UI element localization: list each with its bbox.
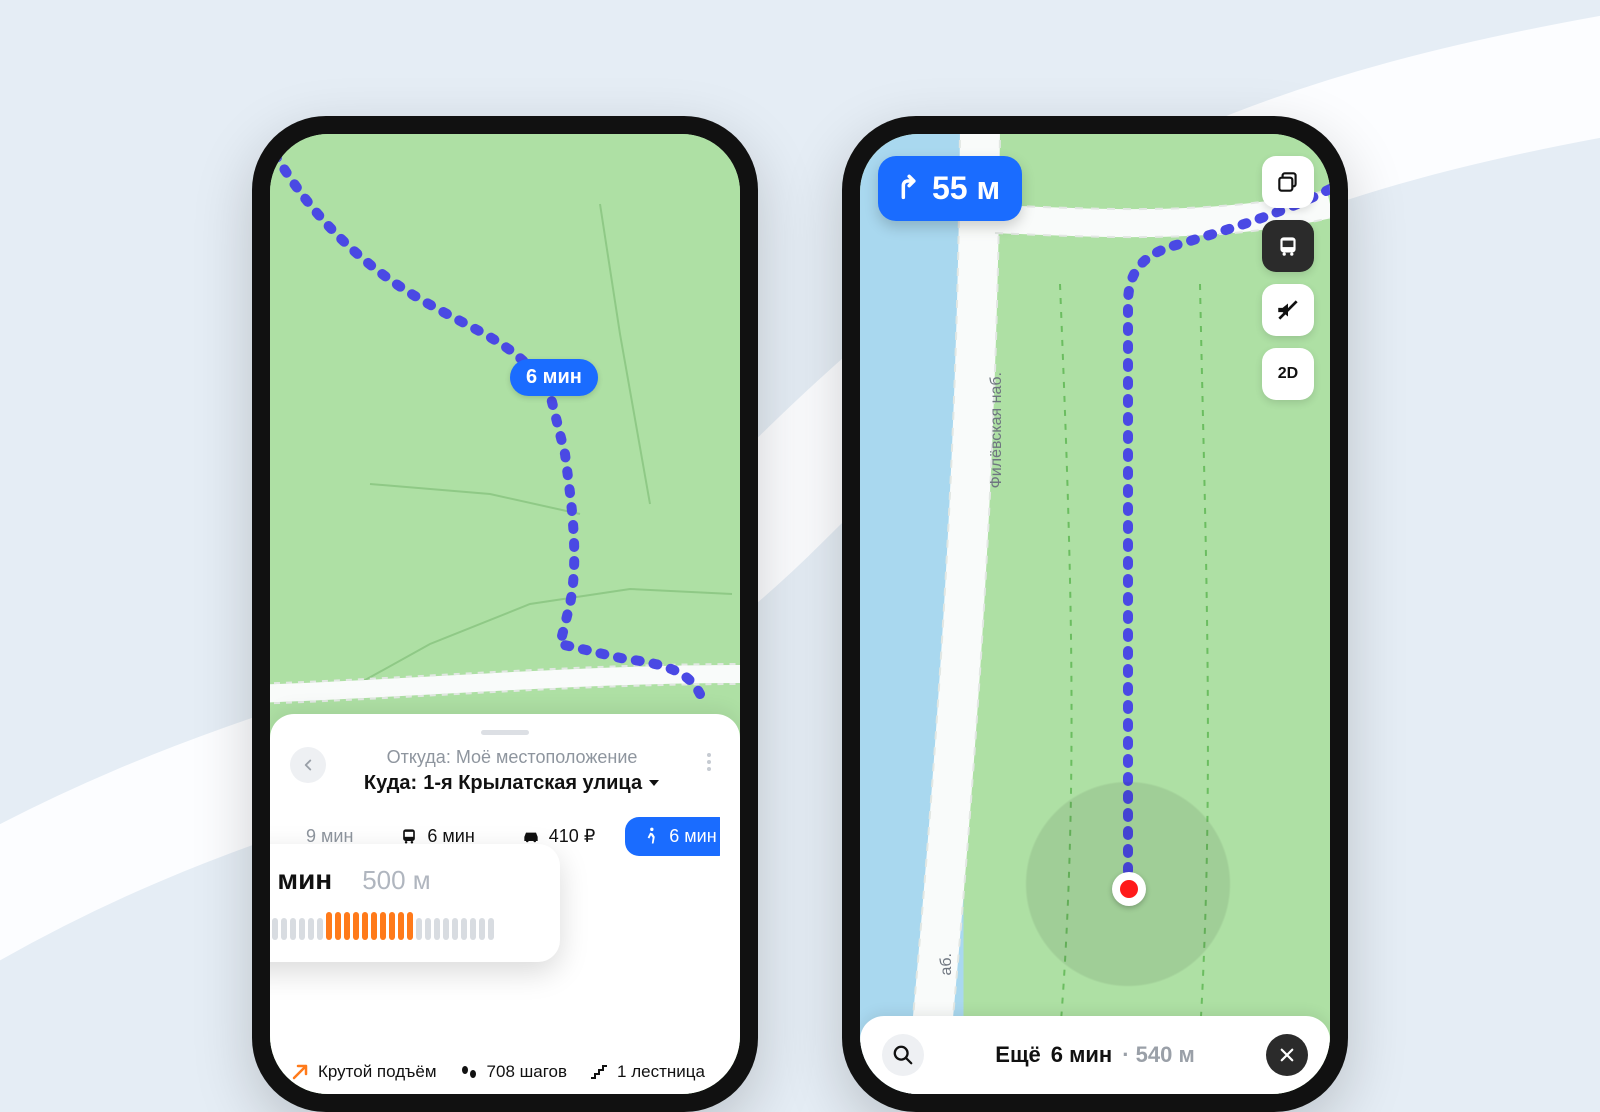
close-nav-button[interactable] — [1266, 1034, 1308, 1076]
layers-button[interactable] — [1262, 156, 1314, 208]
to-row[interactable]: Куда: 1-я Крылатская улица — [364, 772, 660, 795]
route-footer: Крутой подъём 708 шагов 1 лестница — [270, 1062, 740, 1082]
back-button[interactable] — [290, 747, 326, 783]
transit-layer-button[interactable] — [1262, 220, 1314, 272]
more-button[interactable] — [698, 747, 720, 771]
mute-button[interactable] — [1262, 284, 1314, 336]
phone-right: Филёвская наб. аб. 55 м — [860, 134, 1330, 1094]
view-mode-label: 2D — [1278, 365, 1298, 383]
phone-left: 6 мин Откуда: Моё местоположение Куда: 1… — [270, 134, 740, 1094]
to-prefix: Куда: — [364, 772, 417, 795]
steep-label: Крутой подъём — [318, 1062, 437, 1082]
caret-down-icon — [648, 778, 660, 788]
steep-climb: Крутой подъём — [290, 1062, 437, 1082]
map-nav-view[interactable]: Филёвская наб. аб. — [860, 134, 1330, 1094]
view-mode-button[interactable]: 2D — [1262, 348, 1314, 400]
current-location-marker — [1112, 872, 1146, 906]
eta-distance: 540 м — [1136, 1042, 1195, 1067]
layers-icon — [1275, 169, 1301, 195]
close-icon — [1278, 1046, 1296, 1064]
screen-right: Филёвская наб. аб. 55 м — [860, 134, 1330, 1094]
route-summary-card: 6 мин 500 м — [270, 844, 560, 962]
summary-distance: 500 м — [362, 865, 430, 896]
steps-label: 708 шагов — [487, 1062, 568, 1082]
eta-prefix: Ещё — [995, 1042, 1040, 1068]
nab-label: аб. — [938, 953, 956, 976]
street-label: Филёвская наб. — [988, 372, 1006, 488]
screen-left: 6 мин Откуда: Моё местоположение Куда: 1… — [270, 134, 740, 1094]
elevation-bars — [270, 912, 536, 940]
stairs-label: 1 лестница — [617, 1062, 705, 1082]
search-button[interactable] — [882, 1034, 924, 1076]
walk-icon — [641, 826, 661, 846]
search-icon — [892, 1044, 914, 1066]
chevron-left-icon — [299, 756, 317, 774]
mode-walk[interactable]: 6 мин — [625, 817, 720, 856]
nav-bottom-bar: Ещё 6 мин · 540 м — [860, 1016, 1330, 1094]
turn-right-icon — [894, 174, 922, 202]
eta-value: 6 мин — [1051, 1042, 1112, 1068]
footsteps-icon — [459, 1062, 479, 1082]
mode-label: 410 ₽ — [549, 826, 596, 847]
bus-icon — [1275, 233, 1301, 259]
steps-count: 708 шагов — [459, 1062, 568, 1082]
volume-off-icon — [1275, 297, 1301, 323]
panel-grip[interactable] — [481, 730, 529, 735]
arrow-up-right-icon — [290, 1062, 310, 1082]
to-value: 1-я Крылатская улица — [423, 772, 642, 795]
map-controls: 2D — [1262, 156, 1314, 400]
from-label[interactable]: Откуда: Моё местоположение — [326, 747, 698, 768]
turn-instruction[interactable]: 55 м — [878, 156, 1022, 221]
turn-distance: 55 м — [932, 170, 1000, 207]
route-panel: Откуда: Моё местоположение Куда: 1-я Кры… — [270, 714, 740, 1094]
stairs-icon — [589, 1062, 609, 1082]
mode-label: 6 мин — [669, 826, 716, 847]
stairs-count: 1 лестница — [589, 1062, 705, 1082]
route-time-pill[interactable]: 6 мин — [510, 359, 598, 396]
nav-eta[interactable]: Ещё 6 мин · 540 м — [995, 1042, 1194, 1068]
summary-time: 6 мин — [270, 864, 332, 896]
